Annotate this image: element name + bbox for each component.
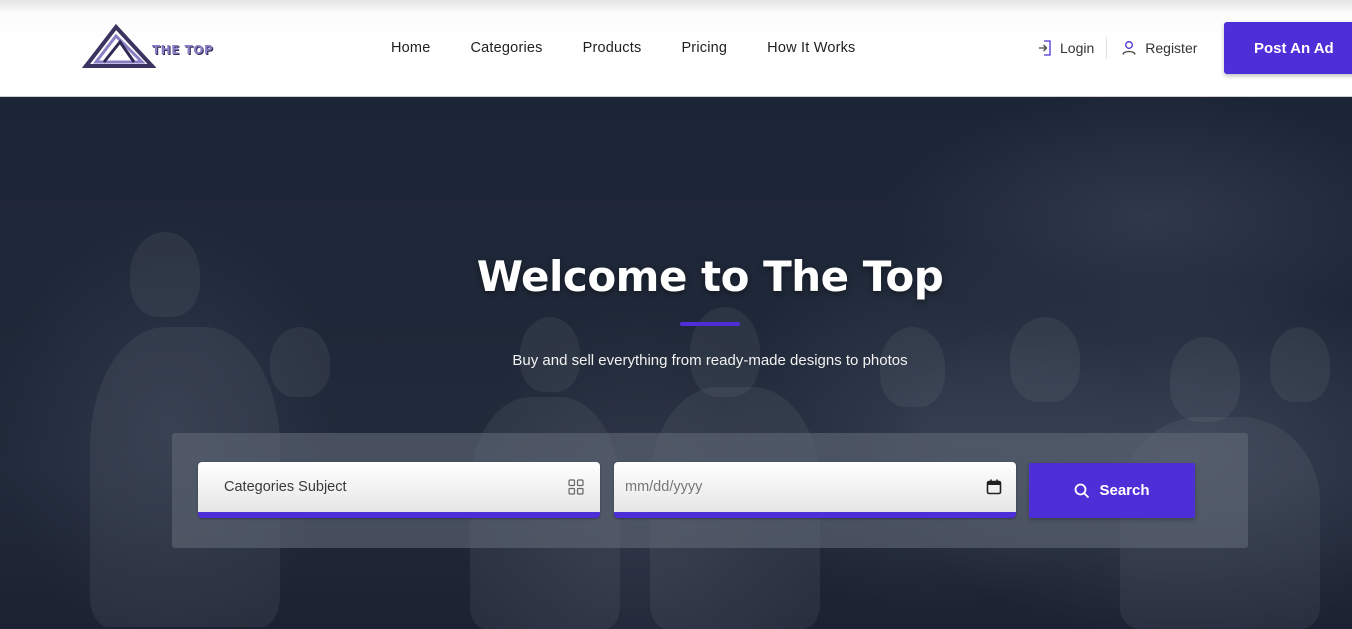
hero-subtitle: Buy and sell everything from ready-made … xyxy=(512,352,908,369)
triangle-logo-icon xyxy=(82,24,156,68)
search-button-label: Search xyxy=(1099,482,1150,499)
site-header: THE TOP Home Categories Products Pricing… xyxy=(0,0,1352,97)
grid-icon xyxy=(568,479,584,495)
nav-categories[interactable]: Categories xyxy=(450,36,562,60)
nav-how-it-works[interactable]: How It Works xyxy=(747,36,875,60)
nav-home[interactable]: Home xyxy=(371,36,450,60)
auth-links: Login Register xyxy=(1038,36,1197,60)
category-select[interactable]: Categories Subject xyxy=(198,462,600,518)
main-nav: Home Categories Products Pricing How It … xyxy=(371,36,876,60)
category-placeholder: Categories Subject xyxy=(224,479,347,495)
post-ad-button[interactable]: Post An Ad xyxy=(1224,22,1352,74)
register-link[interactable]: Register xyxy=(1121,36,1197,60)
hero-title: Welcome to The Top xyxy=(476,252,944,301)
hero-section: Welcome to The Top Buy and sell everythi… xyxy=(0,97,1352,629)
date-input[interactable]: mm/dd/yyyy xyxy=(614,462,1016,518)
nav-products[interactable]: Products xyxy=(563,36,662,60)
register-label: Register xyxy=(1145,40,1198,56)
nav-pricing[interactable]: Pricing xyxy=(661,36,747,60)
title-underline xyxy=(680,322,740,326)
search-button[interactable]: Search xyxy=(1029,463,1195,518)
search-icon xyxy=(1075,483,1090,498)
user-icon xyxy=(1122,41,1136,55)
login-label: Login xyxy=(1060,40,1095,56)
date-placeholder: mm/dd/yyyy xyxy=(625,479,703,495)
site-logo[interactable]: THE TOP xyxy=(82,24,242,70)
login-link[interactable]: Login xyxy=(1038,36,1094,60)
search-panel: Categories Subject mm/dd/yyyy Search xyxy=(172,433,1248,548)
calendar-icon[interactable] xyxy=(986,479,1002,495)
login-arrow-icon xyxy=(1039,40,1051,56)
logo-text: THE TOP xyxy=(152,43,214,57)
auth-divider xyxy=(1106,37,1108,59)
